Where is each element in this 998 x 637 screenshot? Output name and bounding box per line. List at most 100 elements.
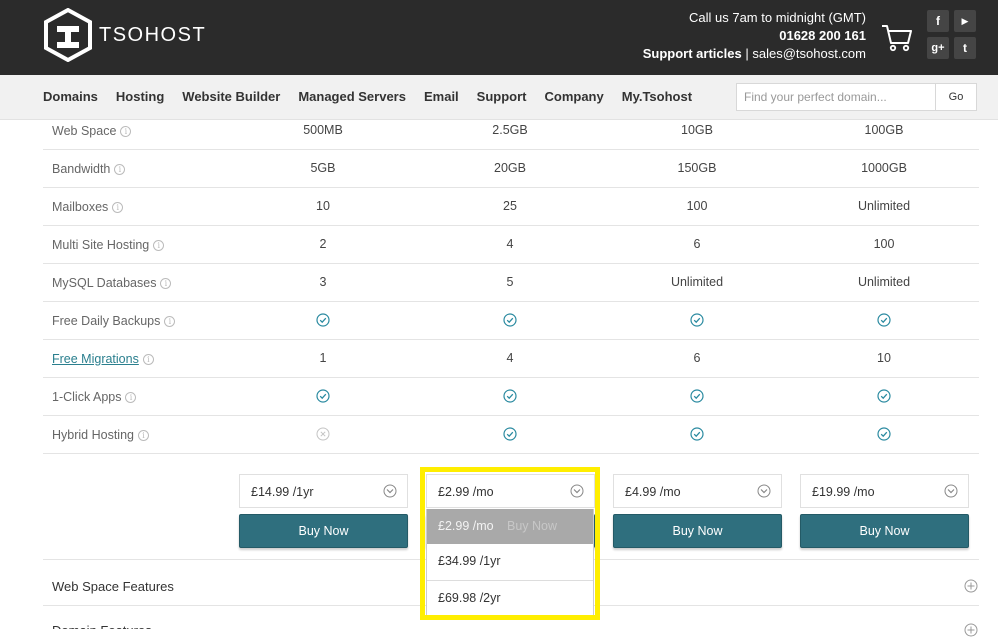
row-label-text: Mailboxes [52,200,109,214]
buy-now-button-plan-3[interactable]: Buy Now [613,514,782,548]
table-cell: 6 [693,237,701,251]
row-label-text: Hybrid Hosting [52,428,134,442]
info-icon[interactable]: i [114,164,126,175]
price-select-value: £14.99 /1yr [251,485,314,499]
info-icon[interactable]: i [125,392,137,403]
chevron-down-icon [944,484,958,498]
nav-website-builder[interactable]: Website Builder [182,89,280,104]
price-select-value: £4.99 /mo [625,485,681,499]
chevron-down-icon [757,484,771,498]
row-label-text: 1-Click Apps [52,390,122,404]
price-select-value: £19.99 /mo [812,485,875,499]
info-icon[interactable]: i [137,430,149,441]
row-label: Web Space i [52,124,132,138]
table-cell: 4 [506,237,514,251]
check-icon [440,313,580,330]
table-cell: 150GB [677,161,717,175]
check-icon [440,427,580,444]
table-cell: 20GB [494,161,526,175]
check-icon [814,427,954,444]
table-cell: 1 [319,351,327,365]
cart-icon[interactable] [880,20,914,54]
table-cell: 10 [877,351,891,365]
domain-search-go-button[interactable]: Go [936,83,977,111]
row-label-text: Web Space [52,124,117,138]
nav-my-tsohost[interactable]: My.Tsohost [622,89,692,104]
table-cell: 6 [693,351,701,365]
table-cell: 500MB [303,123,343,137]
table-row: Bandwidth i 5GB 20GB 150GB 1000GB [43,150,979,188]
table-row: MySQL Databases i 3 5 Unlimited Unlimited [43,264,979,302]
buy-now-button-plan-1[interactable]: Buy Now [239,514,408,548]
nav-hosting[interactable]: Hosting [116,89,164,104]
nav-links: Domains Hosting Website Builder Managed … [43,89,710,104]
logo[interactable]: TSOHOST [43,8,206,62]
support-articles-link[interactable]: Support articles [643,46,742,61]
price-select-plan-3[interactable]: £4.99 /mo [613,474,782,508]
info-icon[interactable]: i [164,316,176,327]
contact-separator: | [745,46,749,61]
table-row: Mailboxes i 10 25 100 Unlimited [43,188,979,226]
nav-email[interactable]: Email [424,89,459,104]
info-icon[interactable]: i [160,278,172,289]
table-cell: 100 [873,237,895,251]
row-label-text: MySQL Databases [52,276,157,290]
row-label-text: Multi Site Hosting [52,238,150,252]
check-icon [253,389,393,406]
price-select-plan-4[interactable]: £19.99 /mo [800,474,969,508]
chevron-down-icon [383,484,397,498]
row-label: 1-Click Apps i [52,390,137,404]
info-icon[interactable]: i [112,202,124,213]
table-cell: 10 [316,199,330,213]
table-row: Web Space i 500MB 2.5GB 10GB 100GB [43,112,979,150]
check-icon [253,313,393,330]
info-icon[interactable]: i [153,240,165,251]
buy-now-button-plan-4[interactable]: Buy Now [800,514,969,548]
price-select-plan-1[interactable]: £14.99 /1yr [239,474,408,508]
table-cell: Unlimited [857,199,911,213]
table-row: Multi Site Hosting i 2 4 6 100 [43,226,979,264]
table-cell: 1000GB [861,161,907,175]
row-label-text[interactable]: Free Migrations [52,352,139,366]
facebook-icon[interactable]: f [927,10,949,32]
web-space-features-toggle[interactable]: Web Space Features [52,579,174,594]
table-cell: 10GB [681,123,713,137]
table-row: Free Daily Backups i [43,302,979,340]
table-cell: 3 [319,275,327,289]
table-cell: 4 [506,351,514,365]
cross-icon [253,427,393,444]
contact-info: Call us 7am to midnight (GMT) 01628 200 … [643,9,866,63]
table-cell: 5GB [310,161,336,175]
row-label: Bandwidth i [52,162,126,176]
table-row: Hybrid Hosting i [43,416,979,454]
info-icon[interactable]: i [120,126,132,137]
domain-features-toggle[interactable]: Domain Features [52,624,152,629]
row-label: MySQL Databases i [52,276,172,290]
check-icon [627,389,767,406]
nav-domains[interactable]: Domains [43,89,98,104]
table-cell: 100 [686,199,708,213]
sales-email-link[interactable]: sales@tsohost.com [752,46,866,61]
twitter-icon[interactable]: t [954,37,976,59]
table-row: 1-Click Apps i [43,378,979,416]
table-cell: Unlimited [857,275,911,289]
youtube-icon[interactable]: ▶ [954,10,976,32]
table-cell: 5 [506,275,514,289]
table-row: Free Migrations i 1 4 6 10 [43,340,979,378]
row-label: Mailboxes i [52,200,124,214]
check-icon [627,313,767,330]
row-label[interactable]: Free Migrations i [52,352,154,366]
googleplus-icon[interactable]: g+ [927,37,949,59]
row-label: Hybrid Hosting i [52,428,149,442]
row-label: Multi Site Hosting i [52,238,165,252]
contact-phone[interactable]: 01628 200 161 [643,27,866,45]
check-icon [814,389,954,406]
nav-managed-servers[interactable]: Managed Servers [298,89,406,104]
nav-company[interactable]: Company [545,89,604,104]
info-icon[interactable]: i [142,354,154,365]
expand-plus-icon[interactable] [964,623,978,637]
expand-plus-icon[interactable] [964,579,978,593]
check-icon [814,313,954,330]
nav-support[interactable]: Support [477,89,527,104]
domain-search-input[interactable]: Find your perfect domain... [736,83,936,111]
